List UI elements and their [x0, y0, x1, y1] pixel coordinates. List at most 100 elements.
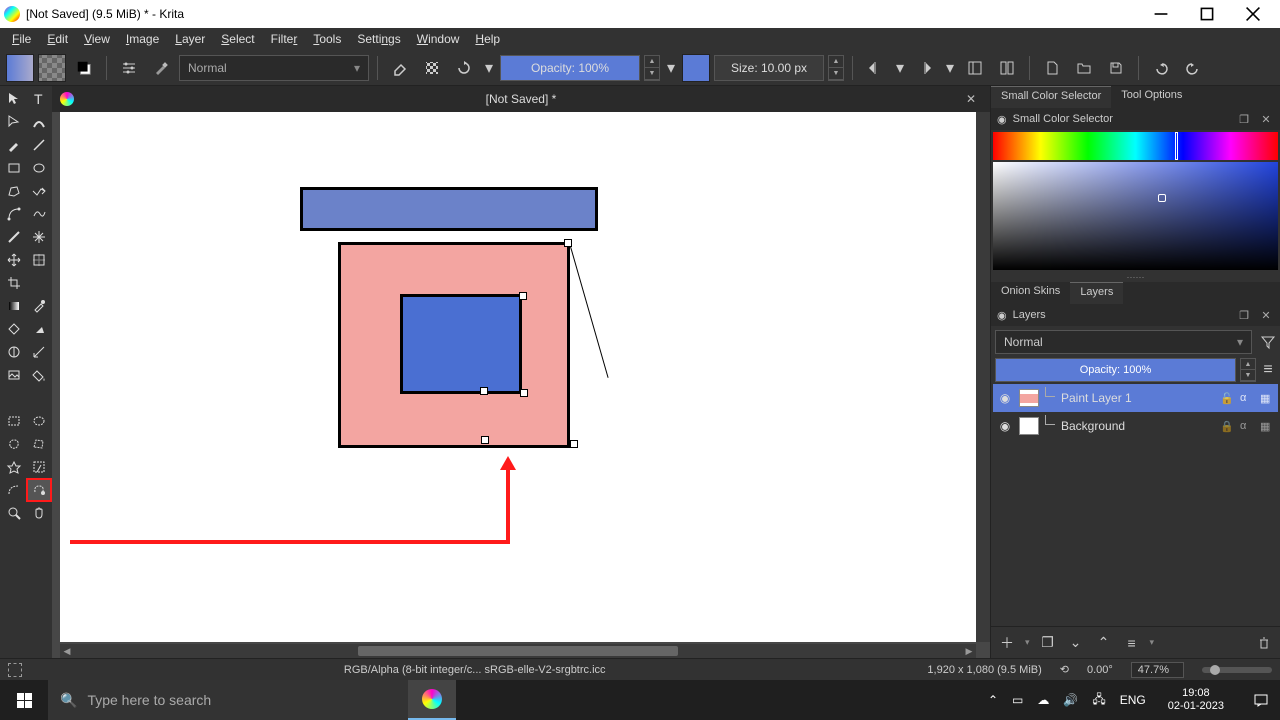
polygon-tool[interactable]	[2, 180, 26, 202]
size-spin[interactable]: ▲▼	[828, 55, 844, 81]
opacity-spin[interactable]: ▲▼	[644, 55, 660, 81]
scrollbar-horizontal[interactable]: ◀▶	[60, 644, 976, 658]
layer-options-button[interactable]: ≡	[1256, 361, 1280, 379]
blend-mode-combo[interactable]: Normal ▾	[179, 55, 369, 81]
float-panel-button[interactable]: ❐	[1236, 111, 1252, 127]
float-layers-button[interactable]: ❐	[1236, 307, 1252, 323]
canvas[interactable]	[60, 112, 976, 642]
selection-handle[interactable]	[564, 239, 572, 247]
menu-help[interactable]: Help	[467, 30, 508, 48]
similar-select-tool[interactable]	[27, 456, 51, 478]
tray-chevron-icon[interactable]: ⌃	[988, 693, 998, 707]
hue-slider[interactable]	[993, 132, 1278, 160]
selection-handle[interactable]	[480, 387, 488, 395]
line-tool[interactable]	[27, 134, 51, 156]
duplicate-layer-button[interactable]: ❐	[1038, 633, 1058, 653]
selection-handle[interactable]	[519, 292, 527, 300]
mirror-h-menu[interactable]: ▾	[893, 54, 907, 82]
zoom-slider[interactable]	[1202, 667, 1272, 673]
mirror-h-button[interactable]	[861, 54, 889, 82]
mirror-v-menu[interactable]: ▾	[943, 54, 957, 82]
maximize-button[interactable]	[1184, 0, 1230, 28]
polygon-select-tool[interactable]	[27, 433, 51, 455]
text-tool[interactable]: T	[27, 88, 51, 110]
brush-preset-button[interactable]	[147, 54, 175, 82]
eraser-button[interactable]	[386, 54, 414, 82]
color-picker-tool[interactable]	[27, 295, 51, 317]
alpha-icon[interactable]: α	[1240, 420, 1254, 432]
calligraphy-tool[interactable]	[27, 111, 51, 133]
transform2-tool[interactable]	[27, 249, 51, 271]
tray-lang[interactable]: ENG	[1120, 693, 1146, 707]
polyline-tool[interactable]	[27, 180, 51, 202]
rect-select-tool[interactable]	[2, 410, 26, 432]
move-up-button[interactable]: ⌃	[1094, 633, 1114, 653]
measure-tool[interactable]	[27, 341, 51, 363]
menu-edit[interactable]: Edit	[39, 30, 76, 48]
delete-layer-button[interactable]	[1254, 633, 1274, 653]
transform-tool[interactable]	[2, 88, 26, 110]
tab-layers[interactable]: Layers	[1070, 282, 1123, 304]
reload-brush-menu[interactable]: ▾	[482, 54, 496, 82]
zoom-value[interactable]: 47.7%	[1131, 662, 1184, 678]
close-button[interactable]	[1230, 0, 1276, 28]
tray-meet-icon[interactable]: ▭	[1012, 693, 1023, 707]
gradient-tool[interactable]	[2, 295, 26, 317]
zoom-tool[interactable]	[2, 502, 26, 524]
assistant-tool[interactable]	[2, 341, 26, 363]
add-layer-button[interactable]: ＋	[997, 633, 1017, 653]
layer-opacity-slider[interactable]: Opacity: 100%	[995, 358, 1236, 382]
menu-select[interactable]: Select	[213, 30, 262, 48]
freehand-select-tool[interactable]	[2, 433, 26, 455]
menu-settings[interactable]: Settings	[349, 30, 408, 48]
sv-picker[interactable]	[993, 162, 1278, 270]
layer-blend-combo[interactable]: Normal ▾	[995, 330, 1252, 354]
selection-handle[interactable]	[570, 440, 578, 448]
multibrush-tool[interactable]	[27, 226, 51, 248]
layer-opacity-spin[interactable]: ▲▼	[1240, 358, 1256, 382]
wrap-button[interactable]	[961, 54, 989, 82]
redo-button[interactable]	[1179, 54, 1207, 82]
menu-window[interactable]: Window	[409, 30, 468, 48]
rotate-icon[interactable]: ⟲	[1060, 663, 1069, 676]
start-button[interactable]	[0, 680, 48, 720]
save-button[interactable]	[1102, 54, 1130, 82]
close-tab-button[interactable]: ✕	[960, 92, 982, 106]
layer-row[interactable]: ◉ Background 🔒 α ▦	[993, 412, 1278, 440]
menu-tools[interactable]: Tools	[305, 30, 349, 48]
reference-tool[interactable]	[2, 364, 26, 386]
close-panel-button[interactable]: ✕	[1258, 111, 1274, 127]
menu-image[interactable]: Image	[118, 30, 167, 48]
rectangle-tool[interactable]	[2, 157, 26, 179]
close-layers-button[interactable]: ✕	[1258, 307, 1274, 323]
tab-tool-options[interactable]: Tool Options	[1111, 86, 1192, 108]
mirror-v-button[interactable]	[911, 54, 939, 82]
tray-network-icon[interactable]: 🖧	[1092, 690, 1105, 711]
menu-file[interactable]: File	[4, 30, 39, 48]
layer-filter-button[interactable]	[1256, 330, 1280, 354]
freehand-path-tool[interactable]	[27, 203, 51, 225]
scrollbar-vertical[interactable]	[976, 112, 990, 642]
open-button[interactable]	[1070, 54, 1098, 82]
fill-tool[interactable]	[27, 364, 51, 386]
pan-tool[interactable]	[27, 502, 51, 524]
workspace-button[interactable]	[993, 54, 1021, 82]
brush-tool[interactable]	[2, 134, 26, 156]
inherit-alpha-icon[interactable]: ▦	[1260, 392, 1274, 405]
edit-shapes-tool[interactable]	[2, 111, 26, 133]
opacity-menu[interactable]: ▾	[664, 54, 678, 82]
pattern-swatch[interactable]	[38, 54, 66, 82]
magnetic-select-tool[interactable]	[27, 479, 51, 501]
menu-view[interactable]: View	[76, 30, 118, 48]
reload-brush-button[interactable]	[450, 54, 478, 82]
crop-tool[interactable]	[2, 272, 26, 294]
visibility-icon[interactable]: ◉	[997, 419, 1013, 433]
fgbg-swatch[interactable]	[70, 54, 98, 82]
tray-onedrive-icon[interactable]: ☁	[1037, 693, 1049, 707]
selection-mask-icon[interactable]	[8, 663, 22, 677]
new-button[interactable]	[1038, 54, 1066, 82]
taskbar-search[interactable]: 🔍 Type here to search	[48, 680, 408, 720]
move-down-button[interactable]: ⌄	[1066, 633, 1086, 653]
brush-settings-button[interactable]	[115, 54, 143, 82]
menu-layer[interactable]: Layer	[167, 30, 213, 48]
